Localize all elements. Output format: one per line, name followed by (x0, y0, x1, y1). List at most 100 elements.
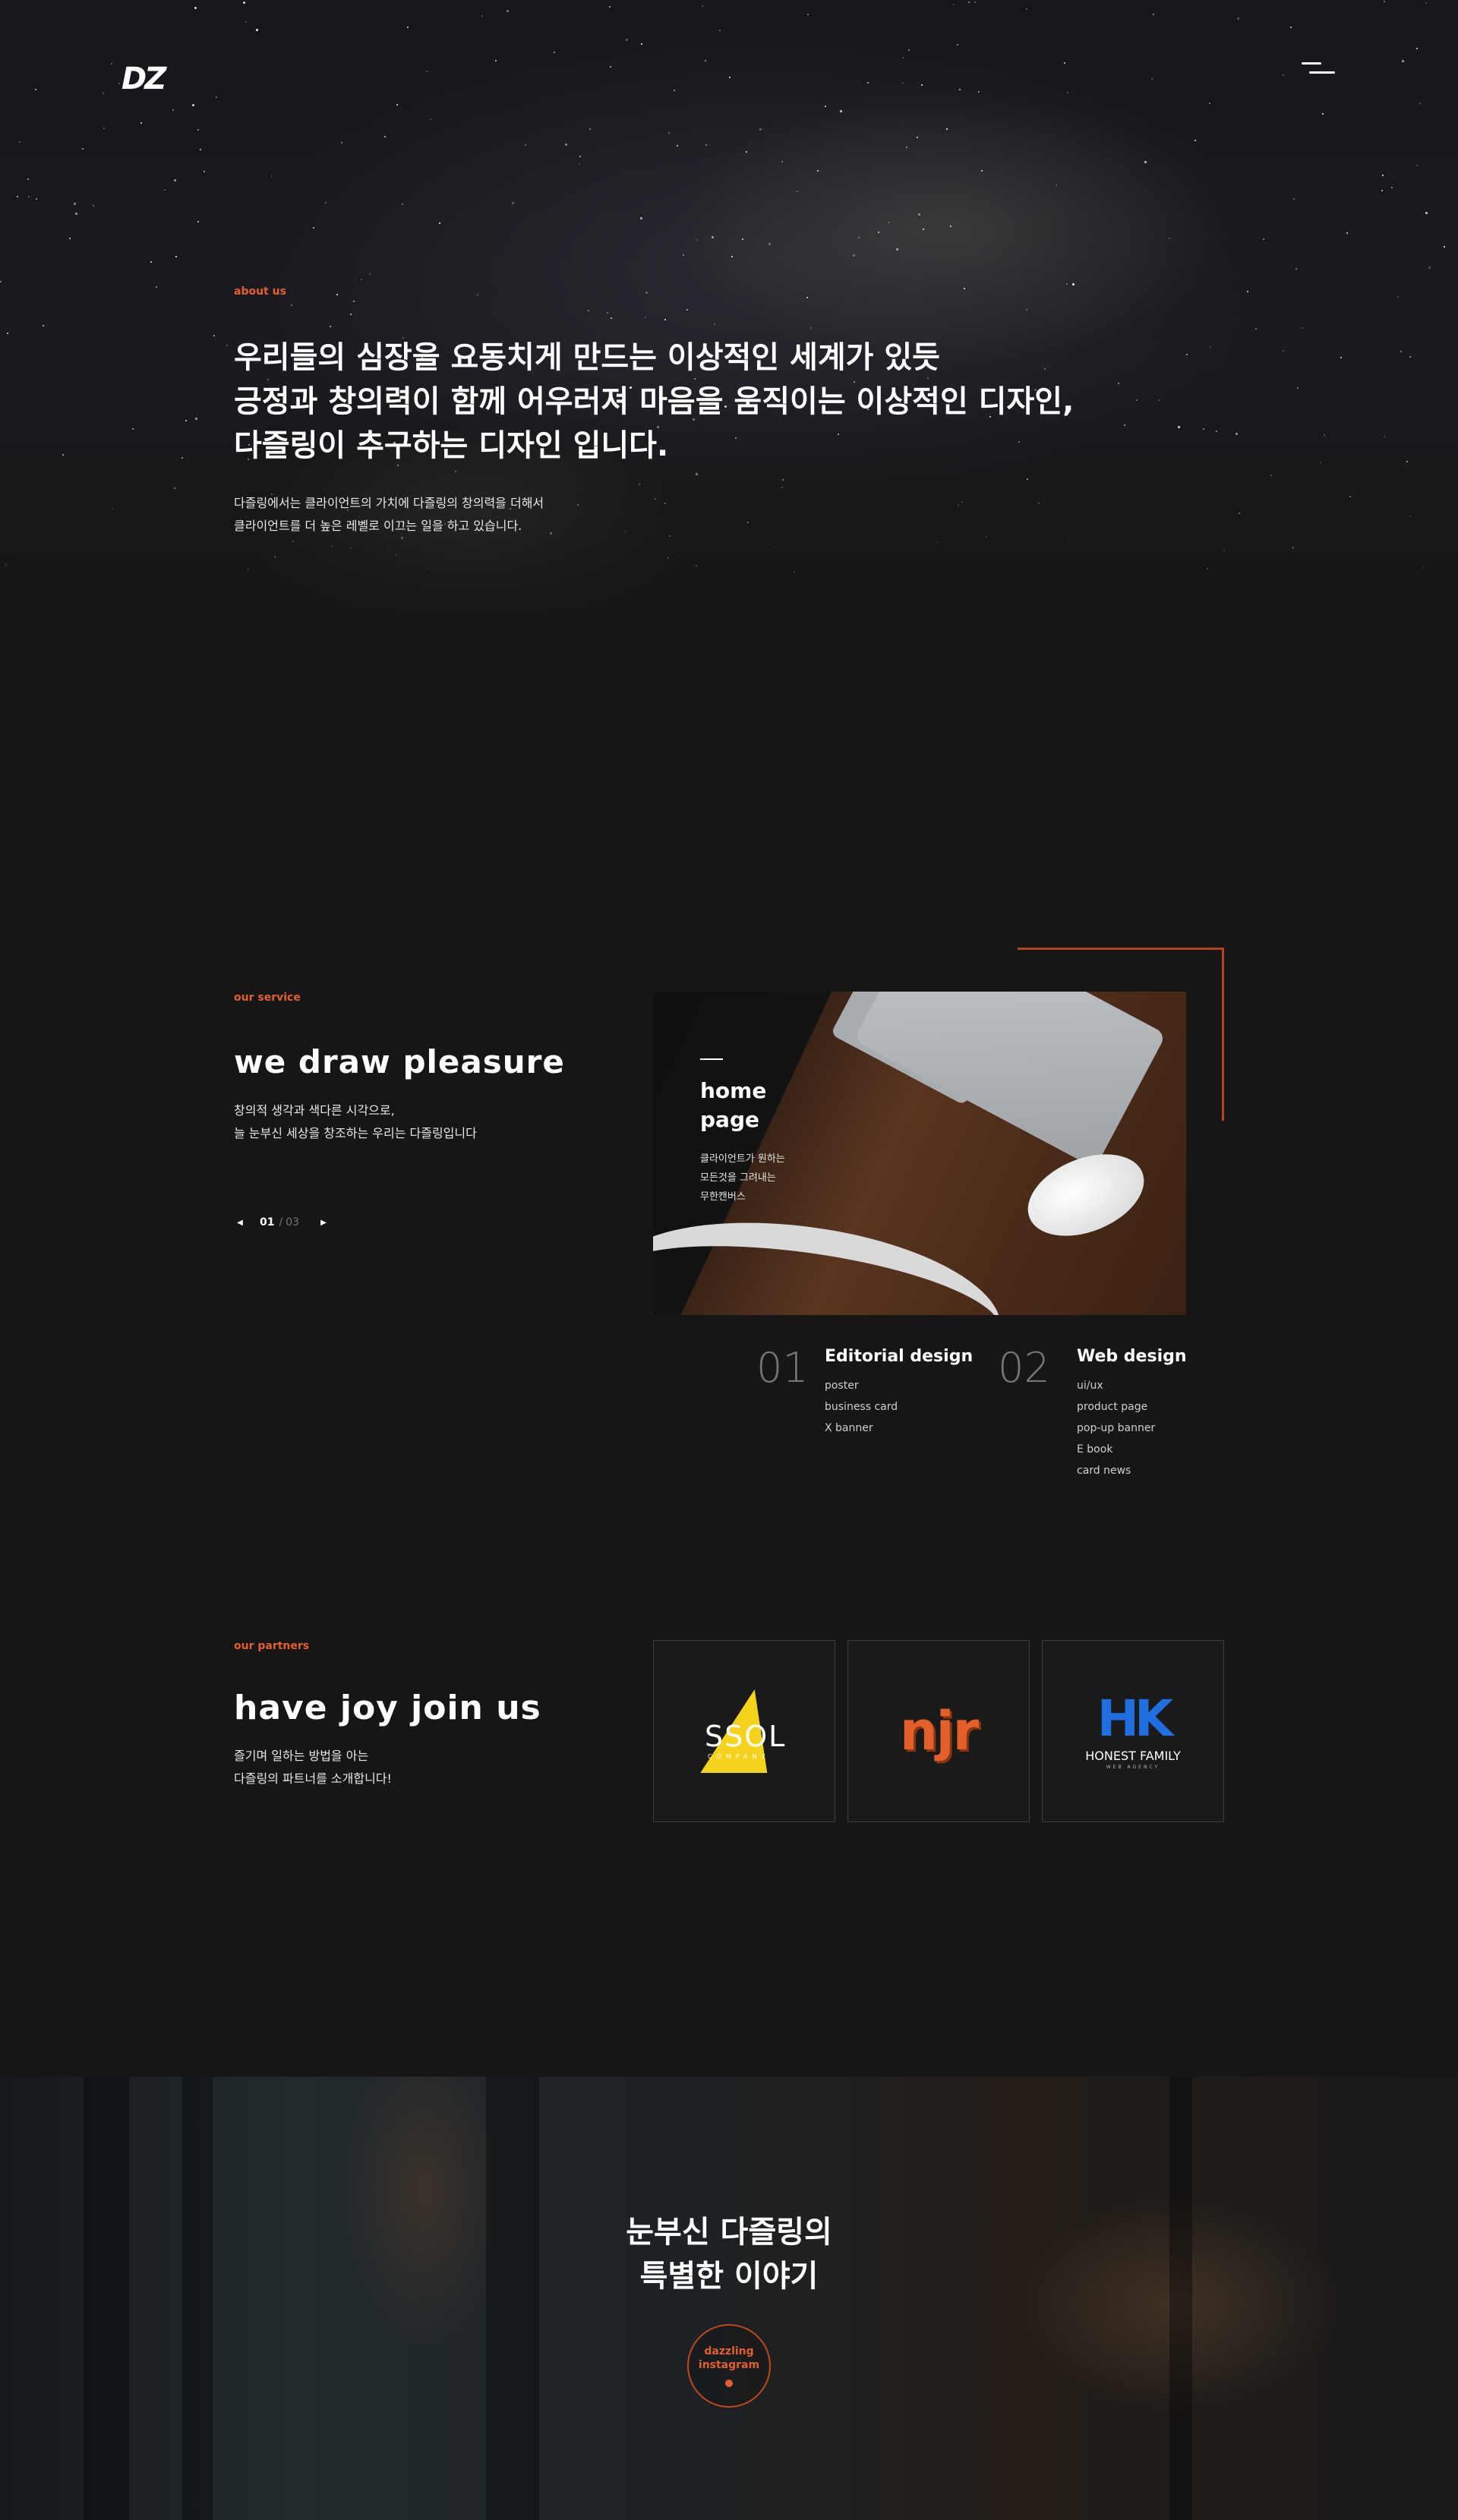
star (195, 418, 197, 420)
star (1210, 346, 1211, 348)
star (150, 261, 152, 263)
laptop-image (854, 992, 1166, 1169)
service-description: 창의적 생각과 색다른 시각으로, 늘 눈부신 세상을 창조하는 우리는 다즐링… (234, 1099, 477, 1145)
honest-family-mark: HK (1097, 1689, 1173, 1748)
partner-logo-ssol[interactable]: SSOL COMPANY (653, 1640, 835, 1822)
star (714, 323, 715, 325)
star (858, 237, 860, 238)
service-list-item: product page (1077, 1401, 1148, 1413)
star (702, 5, 703, 7)
star (1223, 550, 1225, 551)
story-title-line: 특별한 이야기 (639, 2259, 819, 2294)
star (626, 39, 628, 41)
star (686, 309, 688, 311)
star (274, 556, 276, 558)
instagram-button[interactable]: dazzling instagram (687, 2324, 771, 2408)
star (1293, 198, 1295, 200)
star (1416, 48, 1418, 49)
star (705, 60, 706, 62)
star (388, 551, 390, 553)
triangle-left-icon[interactable]: ◀ (234, 1215, 246, 1230)
partner-logo-honest-family[interactable]: HK HONEST FAMILY WEB AGENCY (1042, 1640, 1224, 1822)
pager-total: 03 (286, 1216, 300, 1228)
service-card[interactable]: home page 클라이언트가 원하는 모든것을 그려내는 무한캔버스 (653, 992, 1186, 1315)
star (1428, 267, 1431, 269)
star (957, 44, 958, 46)
about-desc-line: 클라이언트를 더 높은 레벨로 이끄는 일을 하고 있습니다. (234, 519, 522, 533)
star (577, 504, 579, 506)
star (112, 508, 113, 509)
star (696, 239, 697, 241)
partners-title: have joy join us (234, 1689, 541, 1727)
site-logo[interactable]: DZ (122, 64, 176, 94)
star (74, 203, 76, 205)
star (1072, 283, 1075, 285)
star (172, 109, 174, 111)
star (1237, 17, 1239, 20)
star (325, 202, 327, 203)
service-item-name: Editorial design (825, 1347, 974, 1366)
star (1402, 60, 1404, 62)
star (19, 141, 21, 143)
star (731, 256, 733, 257)
star (313, 227, 314, 229)
star (200, 149, 201, 150)
star (946, 128, 948, 130)
service-list-item: ui/ux (1077, 1380, 1103, 1392)
star (705, 144, 707, 146)
star (664, 319, 666, 320)
star (908, 49, 910, 51)
star (950, 226, 951, 227)
service-title: we draw pleasure (234, 1043, 565, 1080)
star (968, 2, 970, 3)
star (396, 104, 398, 106)
star (640, 217, 642, 219)
star (350, 547, 352, 549)
star (1216, 431, 1217, 432)
star (28, 196, 30, 197)
star (1239, 513, 1240, 514)
star (1346, 232, 1348, 234)
star (111, 63, 112, 65)
dot-icon (725, 2380, 733, 2387)
service-list-item: business card (825, 1401, 898, 1413)
star (140, 122, 142, 124)
star (1144, 161, 1147, 163)
star (674, 90, 675, 91)
star (181, 457, 183, 459)
partner-logo-njr[interactable]: njr (847, 1640, 1030, 1822)
star (426, 71, 428, 72)
star (174, 179, 176, 181)
star (1295, 268, 1297, 270)
star (1283, 74, 1284, 76)
star (118, 83, 120, 84)
star (923, 229, 924, 230)
star (607, 312, 608, 314)
star (216, 96, 217, 98)
card-title-line: home (700, 1078, 767, 1103)
star (495, 60, 497, 62)
star (1153, 14, 1154, 15)
pager-current: 01 (260, 1216, 275, 1228)
star (35, 89, 36, 90)
star (1384, 1, 1385, 2)
hamburger-icon[interactable] (1302, 59, 1335, 79)
star (27, 178, 29, 180)
star (1444, 246, 1445, 248)
card-dash (700, 1058, 723, 1060)
star (810, 327, 812, 329)
star (961, 501, 963, 503)
about-description: 다즐링에서는 클라이언트의 가치에 다즐링의 창의력을 더해서 클라이언트를 더… (234, 492, 544, 538)
star (1203, 428, 1204, 430)
triangle-right-icon[interactable]: ▶ (317, 1215, 330, 1230)
story-title: 눈부신 다즐링의 특별한 이야기 (0, 2210, 1458, 2298)
service-list-item: X banner (825, 1422, 873, 1434)
star (958, 504, 959, 506)
star (1186, 354, 1188, 355)
star (1026, 309, 1027, 311)
service-desc-line: 창의적 생각과 색다른 시각으로, (234, 1103, 395, 1118)
star (878, 232, 879, 233)
star (867, 82, 869, 84)
card-desc-line: 모든것을 그려내는 (700, 1172, 776, 1184)
star (853, 254, 855, 257)
